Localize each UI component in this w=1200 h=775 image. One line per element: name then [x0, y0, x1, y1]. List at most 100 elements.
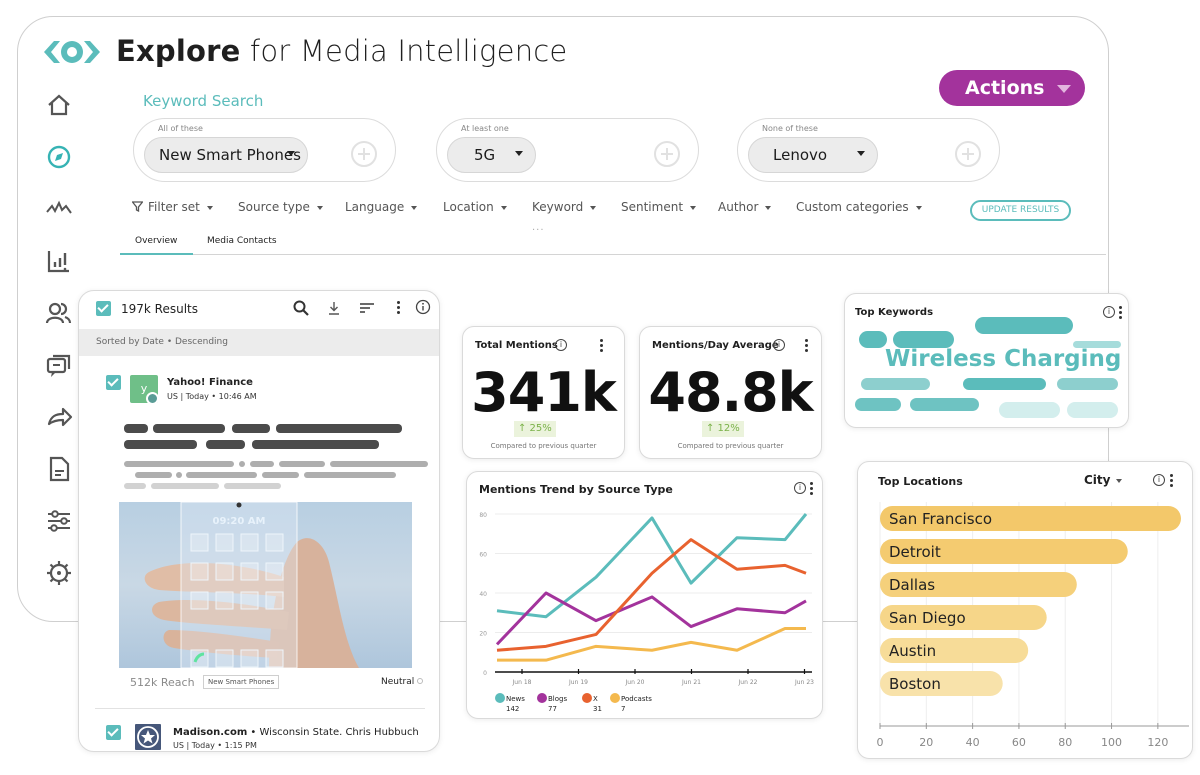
- caret-down-icon: [915, 205, 922, 210]
- sort-icon[interactable]: [358, 299, 376, 317]
- keyword-bar[interactable]: [999, 402, 1060, 418]
- legend-swatch: [495, 693, 505, 703]
- more-options-icon[interactable]: [397, 301, 401, 315]
- add-keyword-button[interactable]: [351, 141, 377, 167]
- source-name-bold: Madison.com: [173, 727, 248, 738]
- gear-icon[interactable]: [44, 558, 74, 588]
- result-source-name[interactable]: Yahoo! Finance: [167, 377, 253, 388]
- x-tick-label: Jun 23: [794, 679, 814, 686]
- x-tick-label: 0: [877, 736, 884, 749]
- pulse-icon[interactable]: [44, 194, 74, 224]
- keyword-bar[interactable]: [910, 398, 979, 411]
- top-locations-card: Top Locations City i 0 20 40 60 80 100 120 San …: [857, 461, 1193, 759]
- top-keywords-card: Top Keywords i Wireless Charging: [844, 293, 1129, 428]
- keyword-select-none[interactable]: Lenovo: [748, 137, 878, 173]
- share-arrow-icon[interactable]: [44, 402, 74, 432]
- caret-down-icon: [316, 205, 323, 210]
- phone-clock-text: 09:20 AM: [212, 516, 265, 527]
- keyword-bar[interactable]: [963, 378, 1046, 390]
- card-title: Mentions/Day Average: [652, 340, 779, 351]
- app-title: Explore for Media Intelligence: [116, 34, 567, 68]
- bar-chart-icon[interactable]: [44, 246, 74, 276]
- result-divider: [95, 708, 425, 709]
- result-checkbox[interactable]: [106, 375, 121, 390]
- keyword-bar[interactable]: [1057, 378, 1118, 390]
- x-tick-label: 20: [919, 736, 933, 749]
- tab-overview[interactable]: Overview: [119, 236, 194, 255]
- location-label: Detroit: [889, 543, 941, 561]
- keyword-group-any: At least one 5G: [436, 118, 699, 182]
- source-type-dropdown[interactable]: Source type: [238, 200, 323, 214]
- download-icon[interactable]: [325, 299, 343, 317]
- tab-media-contacts[interactable]: Media Contacts: [207, 236, 277, 246]
- legend-total: 142: [506, 705, 519, 713]
- author-dropdown[interactable]: Author: [718, 200, 772, 214]
- mentions-per-day-card: Mentions/Day Average i 48.8k ↑ 12% Compa…: [639, 326, 822, 459]
- tab-bar: Overview Media Contacts: [119, 234, 1106, 255]
- more-options-icon[interactable]: [1119, 306, 1123, 320]
- keyword-bar[interactable]: [1067, 402, 1118, 418]
- app-title-rest: for Media Intelligence: [240, 34, 568, 68]
- keyword-select-any[interactable]: 5G: [447, 137, 536, 173]
- keyword-select-all[interactable]: New Smart Phones: [144, 137, 308, 173]
- keyword-search-label: Keyword Search: [143, 92, 264, 110]
- add-keyword-button[interactable]: [955, 141, 981, 167]
- people-icon[interactable]: [44, 298, 74, 328]
- sliders-icon[interactable]: [44, 506, 74, 536]
- keyword-bar[interactable]: [975, 317, 1073, 334]
- more-filters-button[interactable]: ...: [532, 222, 545, 233]
- sentiment-dropdown[interactable]: Sentiment: [621, 200, 697, 214]
- home-icon[interactable]: [44, 90, 74, 120]
- update-results-button[interactable]: UPDATE RESULTS: [970, 200, 1071, 221]
- info-icon[interactable]: i: [1103, 306, 1115, 318]
- info-icon[interactable]: i: [773, 339, 785, 351]
- keyword-bar[interactable]: [861, 378, 930, 390]
- compass-icon[interactable]: [44, 142, 74, 172]
- keyword-bar[interactable]: [855, 398, 901, 411]
- y-tick-label: 0: [483, 670, 487, 677]
- keyword-group-caption: None of these: [762, 124, 818, 133]
- featured-keyword[interactable]: Wireless Charging: [885, 346, 1121, 372]
- result-source-name[interactable]: Madison.com • Wisconsin State. Chris Hub…: [173, 727, 419, 738]
- keyword-group-none: None of these Lenovo: [737, 118, 1000, 182]
- hand-holding-phone-illustration: 09:20 AM: [144, 502, 359, 668]
- more-options-icon[interactable]: [600, 339, 604, 353]
- more-options-icon[interactable]: [805, 339, 809, 353]
- search-icon[interactable]: [292, 299, 310, 317]
- actions-button[interactable]: Actions: [939, 70, 1085, 106]
- info-icon[interactable]: [414, 298, 432, 316]
- add-keyword-button[interactable]: [654, 141, 680, 167]
- location-dropdown[interactable]: Location: [443, 200, 507, 214]
- filter-set-dropdown[interactable]: Filter set: [131, 200, 213, 214]
- keyword-bar[interactable]: [859, 331, 887, 348]
- results-count: 197k Results: [121, 302, 198, 316]
- eye-logo-icon: [44, 41, 100, 63]
- keyword-value: New Smart Phones: [159, 146, 301, 164]
- legend-label: Podcasts: [621, 695, 652, 703]
- reach-value: 512k Reach: [130, 676, 195, 689]
- location-label: Boston: [889, 675, 941, 693]
- x-tick-label: 40: [966, 736, 980, 749]
- caret-down-icon: [590, 205, 597, 210]
- x-tick-label: 100: [1101, 736, 1122, 749]
- location-label: Dallas: [889, 576, 935, 594]
- select-all-checkbox[interactable]: [96, 301, 111, 316]
- info-icon[interactable]: i: [555, 339, 567, 351]
- keyword-tag[interactable]: New Smart Phones: [203, 675, 280, 689]
- caret-down-icon: [287, 151, 295, 156]
- keyword-dropdown[interactable]: Keyword: [532, 200, 597, 214]
- mentions-per-day-value: 48.8k: [648, 361, 813, 424]
- post-image[interactable]: 09:20 AM: [119, 502, 412, 668]
- comparison-note: Compared to previous quarter: [490, 442, 597, 450]
- language-dropdown[interactable]: Language: [345, 200, 418, 214]
- document-icon[interactable]: [44, 454, 74, 484]
- filter-label: Sentiment: [621, 200, 684, 214]
- custom-categories-dropdown[interactable]: Custom categories: [796, 200, 922, 214]
- x-tick-label: Jun 18: [512, 679, 532, 686]
- result-checkbox[interactable]: [106, 725, 121, 740]
- legend-total: 7: [621, 705, 625, 713]
- chat-icon[interactable]: [44, 350, 74, 380]
- caret-down-icon: [515, 151, 523, 156]
- series-line-news: [496, 513, 808, 619]
- filter-label: Language: [345, 200, 405, 214]
